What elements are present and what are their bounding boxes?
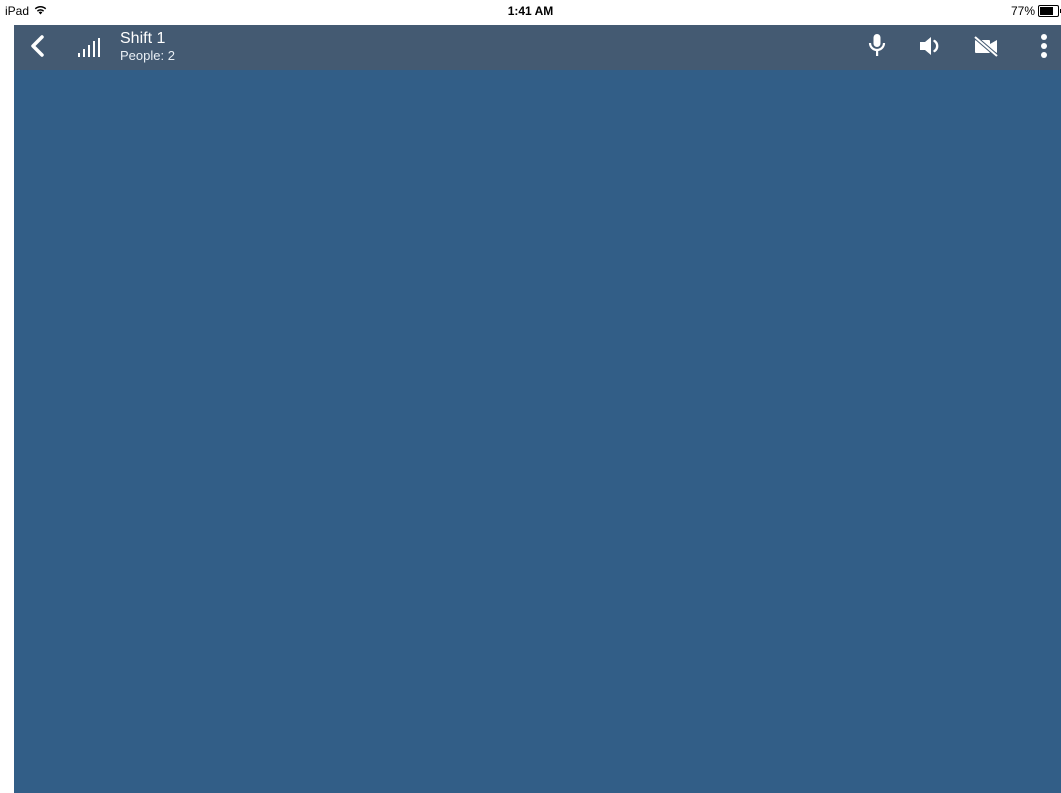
speaker-icon xyxy=(918,35,944,62)
battery-percent: 77% xyxy=(1010,4,1035,18)
status-left: iPad xyxy=(5,4,47,18)
title-block: Shift 1 People: 2 xyxy=(120,30,175,64)
top-bar: Shift 1 People: 2 xyxy=(14,25,1061,70)
more-options-button[interactable] xyxy=(1029,33,1059,63)
microphone-icon xyxy=(867,33,887,64)
back-button[interactable] xyxy=(24,34,52,62)
wifi-icon xyxy=(34,4,47,18)
signal-strength-icon xyxy=(76,38,104,58)
more-vertical-icon xyxy=(1040,33,1048,64)
battery-fill xyxy=(1040,7,1054,15)
device-label: iPad xyxy=(5,4,30,18)
video-content-area xyxy=(14,70,1061,793)
status-time: 1:41 AM xyxy=(507,4,554,18)
video-off-icon xyxy=(972,34,1000,62)
people-count: People: 2 xyxy=(120,48,175,63)
channel-title: Shift 1 xyxy=(120,30,166,47)
speaker-button[interactable] xyxy=(916,33,946,63)
status-bar: iPad 1:41 AM 77% xyxy=(0,0,1061,25)
battery-icon xyxy=(1038,5,1061,17)
chevron-left-icon xyxy=(30,34,46,62)
app-frame: Shift 1 People: 2 xyxy=(14,25,1061,793)
status-right: 77% xyxy=(1010,4,1061,18)
microphone-button[interactable] xyxy=(862,33,892,63)
video-toggle-button[interactable] xyxy=(971,33,1001,63)
